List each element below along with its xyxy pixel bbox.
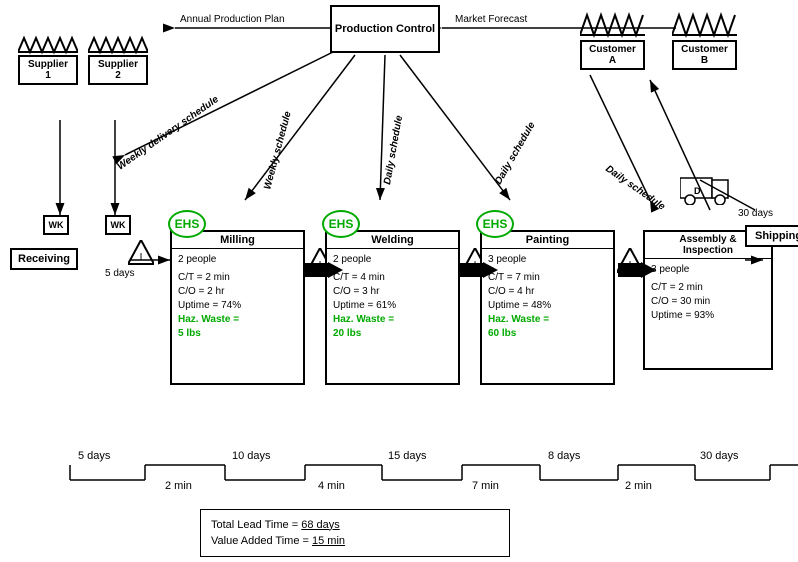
inv-triangle-receiving: I xyxy=(128,240,154,269)
days-receiving: 5 days xyxy=(105,268,134,279)
diagram: Annual Production Plan Market Forecast xyxy=(0,0,798,562)
welding-people: 2 people xyxy=(333,253,452,267)
timeline-days-2: 10 days xyxy=(232,450,271,462)
lead-time-value: 68 days xyxy=(301,519,340,531)
production-control-box: Production Control xyxy=(330,5,440,53)
shipping-box: Shipping xyxy=(745,225,798,247)
milling-people: 2 people xyxy=(178,253,297,267)
factory-2-roof xyxy=(88,30,148,55)
milling-co: C/O = 2 hr xyxy=(178,285,297,299)
shipping-label: Shipping xyxy=(755,230,798,242)
welding-box: Welding 2 people C/T = 4 min C/O = 3 hr … xyxy=(325,230,460,385)
svg-text:Annual Production Plan: Annual Production Plan xyxy=(180,14,285,25)
milling-box: Milling 2 people C/T = 2 min C/O = 2 hr … xyxy=(170,230,305,385)
timeline-days-5: 30 days xyxy=(700,450,739,462)
ehs-milling: EHS xyxy=(168,210,206,238)
customer-b-roof xyxy=(672,5,737,40)
timeline-mins-4: 2 min xyxy=(625,480,652,492)
customer-b-label: CustomerB xyxy=(672,40,737,70)
customer-a: CustomerA xyxy=(580,5,645,70)
svg-text:I: I xyxy=(140,252,143,263)
supplier-1-label: Supplier1 xyxy=(18,55,78,85)
painting-co: C/O = 4 hr xyxy=(488,285,607,299)
svg-text:D: D xyxy=(694,186,701,196)
summary-box: Total Lead Time = 68 days Value Added Ti… xyxy=(200,509,510,557)
svg-text:Weekly delivery schedule: Weekly delivery schedule xyxy=(115,94,221,173)
timeline-mins-3: 7 min xyxy=(472,480,499,492)
factory-1-roof xyxy=(18,30,78,55)
lead-time-line: Total Lead Time = 68 days xyxy=(211,517,340,534)
svg-text:I: I xyxy=(629,260,632,271)
wk-box-2: WK xyxy=(105,215,131,235)
svg-text:I: I xyxy=(319,260,322,271)
painting-people: 3 people xyxy=(488,253,607,267)
customer-a-label: CustomerA xyxy=(580,40,645,70)
painting-ct: C/T = 7 min xyxy=(488,271,607,285)
ehs-welding: EHS xyxy=(322,210,360,238)
painting-box: Painting 3 people C/T = 7 min C/O = 4 hr… xyxy=(480,230,615,385)
milling-ct: C/T = 2 min xyxy=(178,271,297,285)
welding-uptime: Uptime = 61% xyxy=(333,299,452,313)
milling-haz: Haz. Waste =5 lbs xyxy=(178,313,297,341)
timeline-days-3: 15 days xyxy=(388,450,427,462)
timeline-days-4: 8 days xyxy=(548,450,580,462)
wk-box-1: WK xyxy=(43,215,69,235)
timeline-days-1: 5 days xyxy=(78,450,110,462)
truck-icon: D xyxy=(680,170,730,208)
assembly-box: Assembly &Inspection 3 people C/T = 2 mi… xyxy=(643,230,773,370)
assembly-ct: C/T = 2 min xyxy=(651,281,765,295)
production-control-label: Production Control xyxy=(335,23,435,35)
receiving-box: Receiving xyxy=(10,248,78,270)
svg-text:Daily schedule: Daily schedule xyxy=(382,114,405,185)
assembly-uptime: Uptime = 93% xyxy=(651,309,765,323)
ehs-painting: EHS xyxy=(476,210,514,238)
supplier-1: Supplier1 xyxy=(18,30,78,85)
receiving-label: Receiving xyxy=(18,253,70,265)
vat-value: 15 min xyxy=(312,535,345,547)
welding-co: C/O = 3 hr xyxy=(333,285,452,299)
shipping-days: 30 days xyxy=(738,208,773,219)
svg-text:Market Forecast: Market Forecast xyxy=(455,14,527,25)
customer-a-roof xyxy=(580,5,645,40)
customer-b: CustomerB xyxy=(672,5,737,70)
inv-triangle-painting: I xyxy=(617,248,643,277)
assembly-people: 3 people xyxy=(651,263,765,277)
assembly-co: C/O = 30 min xyxy=(651,295,765,309)
svg-text:Weekly schedule: Weekly schedule xyxy=(262,110,294,191)
timeline-mins-1: 2 min xyxy=(165,480,192,492)
painting-uptime: Uptime = 48% xyxy=(488,299,607,313)
painting-haz: Haz. Waste =60 lbs xyxy=(488,313,607,341)
welding-ct: C/T = 4 min xyxy=(333,271,452,285)
vat-line: Value Added Time = 15 min xyxy=(211,533,345,550)
supplier-2: Supplier2 xyxy=(88,30,148,85)
svg-text:Daily schedule: Daily schedule xyxy=(603,163,667,212)
timeline-mins-2: 4 min xyxy=(318,480,345,492)
supplier-2-label: Supplier2 xyxy=(88,55,148,85)
svg-text:I: I xyxy=(474,260,477,271)
svg-text:Daily schedule: Daily schedule xyxy=(493,120,538,187)
welding-haz: Haz. Waste =20 lbs xyxy=(333,313,452,341)
milling-uptime: Uptime = 74% xyxy=(178,299,297,313)
